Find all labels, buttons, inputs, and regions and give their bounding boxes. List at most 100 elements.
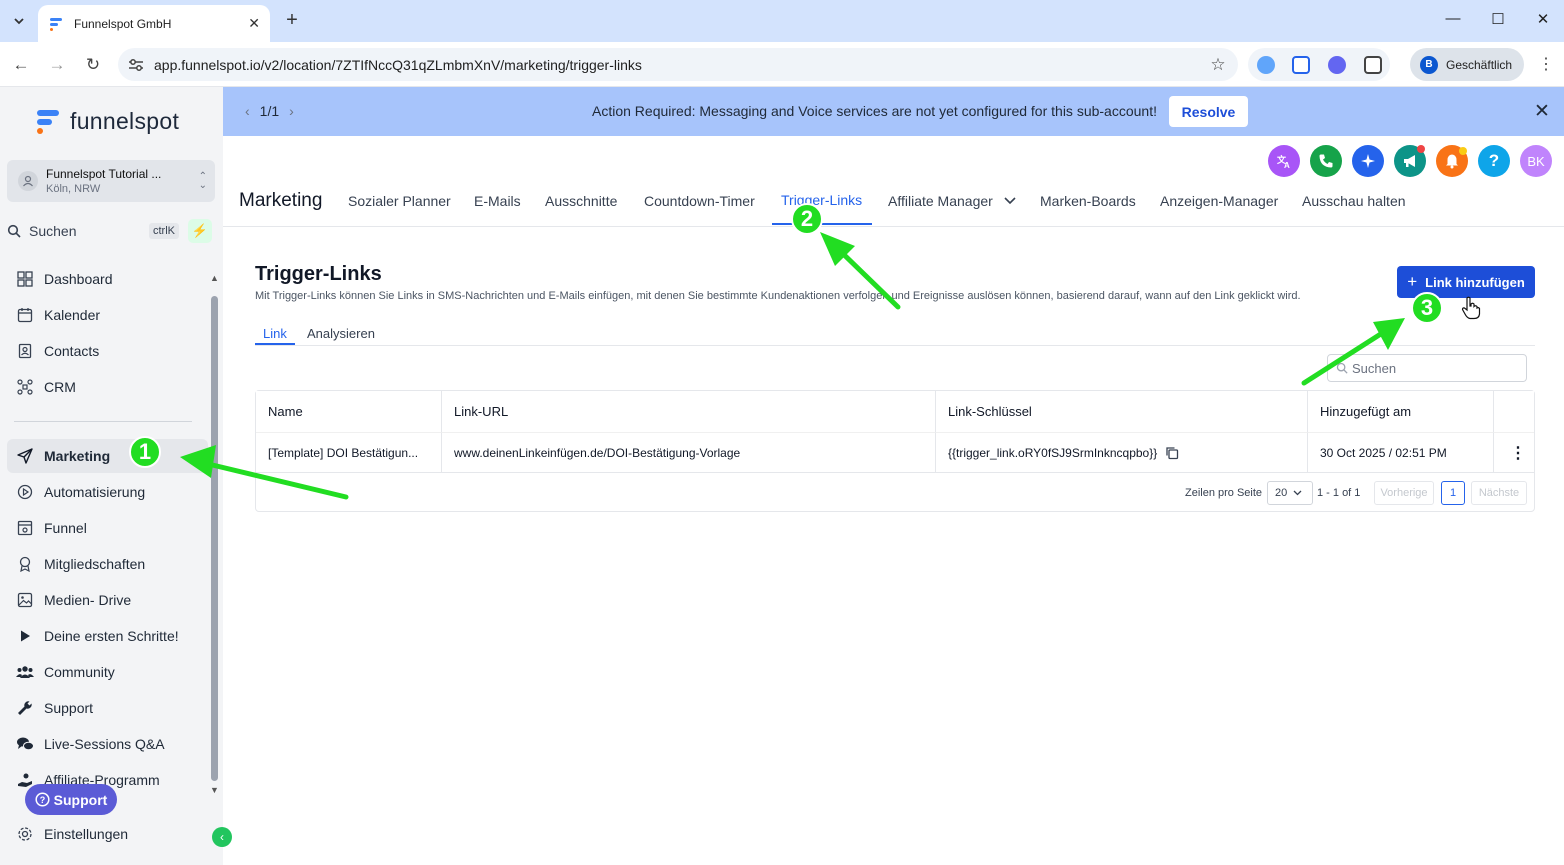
sidebar-item-automatisierung[interactable]: Automatisierung: [7, 475, 208, 509]
sidebar-search[interactable]: Suchen ctrlK: [7, 218, 183, 244]
extensions-puzzle-icon[interactable]: [1364, 56, 1382, 74]
profile-chip[interactable]: B Geschäftlich: [1410, 48, 1524, 81]
automation-icon: [16, 483, 34, 501]
reload-icon[interactable]: ↻: [82, 54, 104, 76]
tab-affiliate-manager[interactable]: Affiliate Manager: [888, 193, 993, 209]
tab-ausschau-halten[interactable]: Ausschau halten: [1302, 193, 1406, 209]
sidebar-item-label: Mitgliedschaften: [44, 556, 146, 572]
tab-trigger-links[interactable]: Trigger-Links: [781, 192, 862, 208]
sidebar-item-erste-schritte[interactable]: Deine ersten Schritte!: [7, 619, 208, 653]
tab-e-mails[interactable]: E-Mails: [474, 193, 521, 209]
help-circle-icon: ?: [35, 792, 50, 807]
tab-ausschnitte[interactable]: Ausschnitte: [545, 193, 617, 209]
bolt-icon[interactable]: ⚡: [188, 219, 212, 243]
subtab-analysieren[interactable]: Analysieren: [307, 326, 375, 341]
column-header-name[interactable]: Name: [256, 391, 442, 432]
account-switcher[interactable]: Funnelspot Tutorial ... Köln, NRW ⌃ ⌄: [7, 160, 215, 202]
window-close-icon[interactable]: ✕: [1531, 10, 1555, 28]
sidebar-item-live-sessions[interactable]: Live-Sessions Q&A: [7, 727, 208, 761]
tab-anzeigen-manager[interactable]: Anzeigen-Manager: [1160, 193, 1278, 209]
sidebar-item-kalender[interactable]: Kalender: [7, 298, 208, 332]
section-title: Marketing: [239, 190, 323, 211]
sidebar-item-support[interactable]: Support: [7, 691, 208, 725]
logo[interactable]: funnelspot: [34, 107, 179, 135]
column-header-actions: [1494, 391, 1534, 432]
column-header-link-key[interactable]: Link-Schlüssel: [936, 391, 1308, 432]
tab-countdown-timer[interactable]: Countdown-Timer: [644, 193, 755, 209]
new-tab-icon[interactable]: +: [281, 9, 303, 31]
support-button[interactable]: ? Support: [25, 784, 117, 815]
table-cell-url[interactable]: www.deinenLinkeinfügen.de/DOI-Bestätigun…: [442, 432, 936, 472]
subtab-link[interactable]: Link: [263, 326, 287, 341]
scroll-down-icon[interactable]: ▼: [210, 785, 219, 795]
annotation-badge-1: 1: [129, 436, 161, 468]
rows-per-page-label: Zeilen pro Seite: [1185, 487, 1263, 499]
sidebar-item-mitgliedschaften[interactable]: Mitgliedschaften: [7, 547, 208, 581]
maximize-icon[interactable]: ☐: [1486, 10, 1510, 28]
scroll-up-icon[interactable]: ▲: [210, 273, 219, 283]
extension-1-icon[interactable]: [1257, 56, 1275, 74]
collapse-sidebar-icon[interactable]: ‹: [212, 827, 232, 847]
tab-sozialer-planner[interactable]: Sozialer Planner: [348, 193, 451, 209]
rows-per-page-select[interactable]: 20: [1267, 481, 1313, 505]
next-page-button[interactable]: Nächste: [1471, 481, 1527, 505]
notification-dot: [1417, 145, 1425, 153]
table-cell-name[interactable]: [Template] DOI Bestätigun...: [256, 432, 442, 472]
table-search-input[interactable]: Suchen: [1327, 354, 1527, 382]
funnelspot-logo-icon: [37, 110, 59, 134]
minimize-icon[interactable]: —: [1441, 10, 1465, 27]
copy-icon[interactable]: [1165, 446, 1179, 460]
profile-label: Geschäftlich: [1446, 57, 1513, 72]
previous-page-button[interactable]: Vorherige: [1374, 481, 1434, 505]
tab-search-chevron-icon[interactable]: [6, 8, 32, 34]
column-header-added[interactable]: Hinzugefügt am: [1308, 391, 1494, 432]
column-header-link-url[interactable]: Link-URL: [442, 391, 936, 432]
subtabs: Link Analysieren: [255, 324, 1535, 346]
resolve-button[interactable]: Resolve: [1169, 96, 1248, 127]
sidebar-search-label: Suchen: [29, 223, 77, 239]
chevron-down-icon[interactable]: [1004, 197, 1016, 205]
sidebar-item-contacts[interactable]: Contacts: [7, 334, 208, 368]
tab-close-icon[interactable]: ✕: [248, 15, 260, 32]
page-1-button[interactable]: 1: [1441, 481, 1465, 505]
sidebar-item-marketing[interactable]: Marketing: [7, 439, 208, 473]
search-icon: [1336, 362, 1348, 374]
sidebar-item-label: Automatisierung: [44, 484, 146, 500]
sidebar-item-label: Live-Sessions Q&A: [44, 736, 165, 752]
sidebar-item-medien-drive[interactable]: Medien- Drive: [7, 583, 208, 617]
phone-icon[interactable]: [1310, 145, 1342, 177]
browser-menu-icon[interactable]: ⋮: [1538, 54, 1554, 74]
address-bar[interactable]: app.funnelspot.io/v2/location/7ZTIfNccQ3…: [118, 48, 1238, 81]
sidebar-scrollbar[interactable]: [211, 296, 218, 781]
sidebar-item-crm[interactable]: CRM: [7, 370, 208, 404]
page-description: Mit Trigger-Links können Sie Links in SM…: [255, 290, 1301, 302]
extension-3-icon[interactable]: [1328, 56, 1346, 74]
sidebar-item-dashboard[interactable]: Dashboard: [7, 262, 208, 296]
account-name: Funnelspot Tutorial ...: [46, 167, 162, 181]
banner-pager-count: 1/1: [259, 103, 280, 119]
sidebar-item-label: Deine ersten Schritte!: [44, 628, 179, 644]
help-icon[interactable]: ?: [1478, 145, 1510, 177]
sidebar-item-funnel[interactable]: Funnel: [7, 511, 208, 545]
banner-close-icon[interactable]: ✕: [1534, 100, 1550, 123]
forward-icon[interactable]: →: [46, 54, 68, 76]
translate-icon[interactable]: 文A: [1268, 145, 1300, 177]
rows-per-page-value: 20: [1275, 487, 1288, 499]
browser-toolbar: ← → ↻ app.funnelspot.io/v2/location/7ZTI…: [0, 42, 1564, 87]
back-icon[interactable]: ←: [10, 54, 32, 76]
tab-marken-boards[interactable]: Marken-Boards: [1040, 193, 1136, 209]
sidebar-item-label: Contacts: [44, 343, 100, 359]
extension-2-icon[interactable]: [1292, 56, 1310, 74]
chevron-left-icon[interactable]: ‹: [245, 103, 250, 119]
bookmark-star-icon[interactable]: ☆: [1198, 55, 1238, 75]
chevron-right-icon[interactable]: ›: [289, 103, 294, 119]
browser-tab[interactable]: Funnelspot GmbH ✕: [38, 5, 270, 42]
sidebar-item-community[interactable]: Community: [7, 655, 208, 689]
add-link-button[interactable]: + Link hinzufügen: [1397, 266, 1535, 298]
sidebar-item-einstellungen[interactable]: Einstellungen: [7, 817, 208, 851]
url-text[interactable]: app.funnelspot.io/v2/location/7ZTIfNccQ3…: [154, 57, 1198, 73]
row-menu-icon[interactable]: ⋮: [1494, 432, 1534, 472]
site-settings-icon[interactable]: [118, 58, 154, 72]
user-avatar[interactable]: BK: [1520, 145, 1552, 177]
ai-sparkle-icon[interactable]: [1352, 145, 1384, 177]
